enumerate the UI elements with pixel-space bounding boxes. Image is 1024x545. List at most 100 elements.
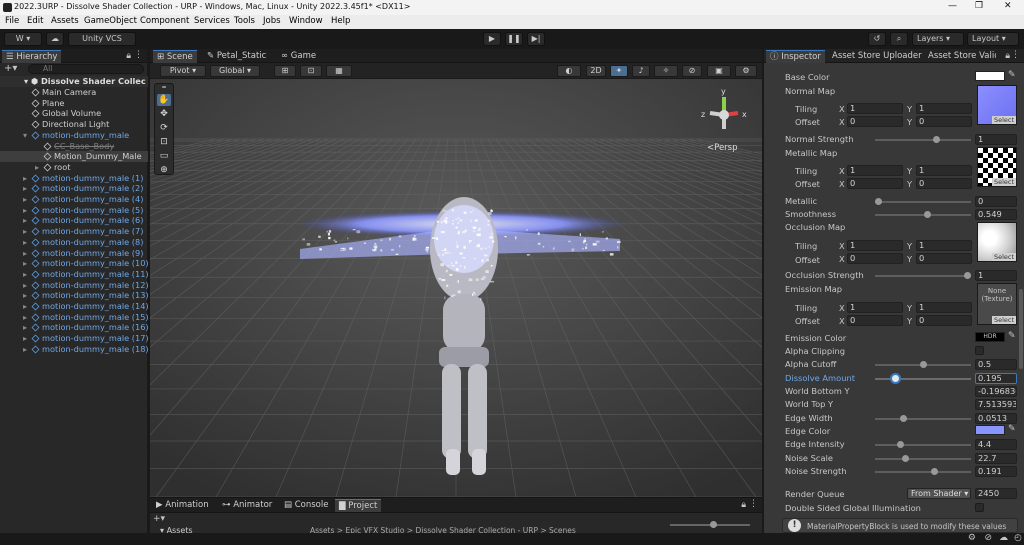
hierarchy-item[interactable]: ▸ root (0, 162, 148, 173)
hidden-objects-icon[interactable]: ⊘ (682, 65, 702, 77)
edge-color-picker-icon[interactable]: ✎ (1008, 424, 1016, 434)
alpha-cutoff-slider[interactable] (875, 361, 971, 368)
occlusion-map-thumbnail[interactable]: Select (977, 222, 1017, 262)
hierarchy-item[interactable]: Main Camera (0, 87, 148, 98)
occlusion-tiling-x-field[interactable]: 1 (847, 240, 903, 251)
status-collab-icon[interactable]: ☁ (999, 533, 1008, 543)
noise-scale-field[interactable]: 22.7 (975, 453, 1017, 464)
occlusion-strength-knob[interactable] (964, 272, 971, 279)
status-debug-icon[interactable]: ⚙ (968, 533, 976, 543)
metallic-tiling-y-field[interactable]: 1 (916, 165, 972, 176)
normal-offset-y-field[interactable]: 0 (916, 116, 972, 127)
metallic-select-button[interactable]: Select (991, 178, 1016, 186)
hierarchy-item[interactable]: ▸ motion-dummy_male (13) (0, 290, 148, 301)
menu-gameobject[interactable]: GameObject (84, 16, 137, 26)
menu-window[interactable]: Window (289, 16, 323, 26)
world-top-field[interactable]: 7.513593 (975, 399, 1017, 410)
smoothness-knob[interactable] (923, 211, 931, 218)
menu-services[interactable]: Services (194, 16, 230, 26)
emission-tiling-x-field[interactable]: 1 (847, 302, 903, 313)
menu-component[interactable]: Component (140, 16, 189, 26)
metallic-field[interactable]: 0 (975, 196, 1017, 207)
tab-hierarchy[interactable]: ☰ Hierarchy (2, 50, 62, 63)
inspector-kebab-icon[interactable]: ⋮ (1011, 50, 1020, 60)
world-bottom-field[interactable]: -0.196830 (975, 386, 1017, 397)
layout-dropdown[interactable]: Layout ▾ (967, 32, 1019, 46)
add-icon[interactable]: +▾ (4, 63, 17, 74)
menu-file[interactable]: File (5, 16, 19, 26)
occlusion-strength-field[interactable]: 1 (975, 270, 1017, 281)
noise-scale-slider[interactable] (875, 455, 971, 462)
icon-size-slider[interactable] (670, 521, 750, 528)
tab-project[interactable]: ▇ Project (335, 499, 382, 512)
emission-picker-icon[interactable]: ✎ (1008, 331, 1016, 341)
occlusion-offset-y-field[interactable]: 0 (916, 253, 972, 264)
hierarchy-item[interactable]: ▸ motion-dummy_male (8) (0, 237, 148, 248)
emission-offset-x-field[interactable]: 0 (847, 315, 903, 326)
grid-snap-icon[interactable]: ⊞ (274, 65, 296, 77)
tab-petal-static[interactable]: ✎ Petal_Static (203, 50, 270, 63)
tab-scene[interactable]: ⊞ Scene (153, 50, 197, 63)
tab-asset-store-valid[interactable]: Asset Store Valid (924, 50, 996, 63)
scale-tool-icon[interactable]: ⊡ (157, 136, 171, 148)
cloud-icon[interactable]: ☁ (46, 32, 64, 46)
alpha-cutoff-field[interactable]: 0.5 (975, 359, 1017, 370)
effects-icon[interactable]: ✧ (654, 65, 678, 77)
icon-size-knob[interactable] (710, 521, 717, 528)
gizmos-icon[interactable]: ⚙ (735, 65, 757, 77)
hierarchy-item[interactable]: ▾ motion-dummy_male (0, 130, 148, 141)
mode-2d-button[interactable]: 2D (586, 65, 606, 77)
menu-tools[interactable]: Tools (234, 16, 255, 26)
tab-inspector[interactable]: ⓘ Inspector (766, 50, 825, 63)
play-icon[interactable]: ▶ (483, 32, 501, 46)
pivot-dropdown[interactable]: Pivot ▾ (160, 65, 206, 77)
hierarchy-item[interactable]: Global Volume (0, 108, 148, 119)
tab-asset-store-uploader[interactable]: Asset Store Uploader (828, 50, 926, 63)
tab-game[interactable]: ∞ Game (277, 50, 320, 63)
metallic-slider[interactable] (875, 198, 971, 205)
emission-select-button[interactable]: Select (991, 316, 1016, 324)
maximize-button[interactable]: ❐ (975, 1, 983, 11)
kebab-icon[interactable]: ⋮ (134, 50, 143, 60)
edge-intensity-field[interactable]: 4.4 (975, 439, 1017, 450)
scene-viewport[interactable]: ═ ✋ ✥ ⟳ ⊡ ▭ ⊕ y x z <Persp (150, 79, 762, 497)
account-dropdown[interactable]: W ▾ (4, 32, 42, 46)
tab-animation[interactable]: ▶ Animation (152, 499, 213, 512)
hierarchy-item[interactable]: Directional Light (0, 119, 148, 130)
metallic-knob[interactable] (875, 198, 882, 205)
hierarchy-item[interactable]: ▸ motion-dummy_male (12) (0, 280, 148, 291)
metallic-tiling-x-field[interactable]: 1 (847, 165, 903, 176)
hierarchy-item[interactable]: ▸ motion-dummy_male (10) (0, 258, 148, 269)
grid-visibility-icon[interactable]: ▦ (326, 65, 352, 77)
hierarchy-item[interactable]: CC_Base_Body (0, 141, 148, 152)
step-icon[interactable]: ▶| (527, 32, 545, 46)
render-queue-dropdown[interactable]: From Shader ▾ (907, 488, 971, 499)
normal-strength-knob[interactable] (932, 136, 940, 143)
dissolve-amount-knob[interactable] (892, 375, 900, 382)
normal-strength-field[interactable]: 1 (975, 134, 1017, 145)
occlusion-strength-slider[interactable] (875, 272, 971, 279)
close-button[interactable]: ✕ (1004, 1, 1012, 11)
collapse-arrow-icon[interactable]: ▸ (23, 290, 32, 301)
hierarchy-item[interactable]: ▸ motion-dummy_male (15) (0, 312, 148, 323)
menu-edit[interactable]: Edit (27, 16, 43, 26)
hierarchy-item[interactable]: ▸ motion-dummy_male (17) (0, 333, 148, 344)
emission-color-swatch[interactable]: HDR (975, 332, 1005, 342)
edge-intensity-knob[interactable] (897, 441, 905, 448)
menu-help[interactable]: Help (331, 16, 350, 26)
tab-console[interactable]: ▤ Console (280, 499, 332, 512)
normal-tiling-y-field[interactable]: 1 (916, 103, 972, 114)
minimize-button[interactable]: — (948, 1, 957, 11)
rotate-tool-icon[interactable]: ⟳ (157, 122, 171, 134)
collapse-arrow-icon[interactable]: ▸ (23, 322, 32, 333)
edge-color-swatch[interactable] (975, 425, 1005, 435)
scene-root-row[interactable]: ▾ ⬢ Dissolve Shader Collec (0, 76, 148, 87)
project-add-icon[interactable]: +▾ (153, 514, 165, 524)
occlusion-offset-x-field[interactable]: 0 (847, 253, 903, 264)
increment-snap-icon[interactable]: ⊡ (300, 65, 322, 77)
normal-map-thumbnail[interactable]: Select (977, 85, 1017, 125)
rect-tool-icon[interactable]: ▭ (157, 150, 171, 162)
dissolve-amount-slider[interactable] (875, 375, 971, 382)
base-color-picker-icon[interactable]: ✎ (1008, 70, 1016, 80)
tab-animator[interactable]: ⊶ Animator (218, 499, 276, 512)
